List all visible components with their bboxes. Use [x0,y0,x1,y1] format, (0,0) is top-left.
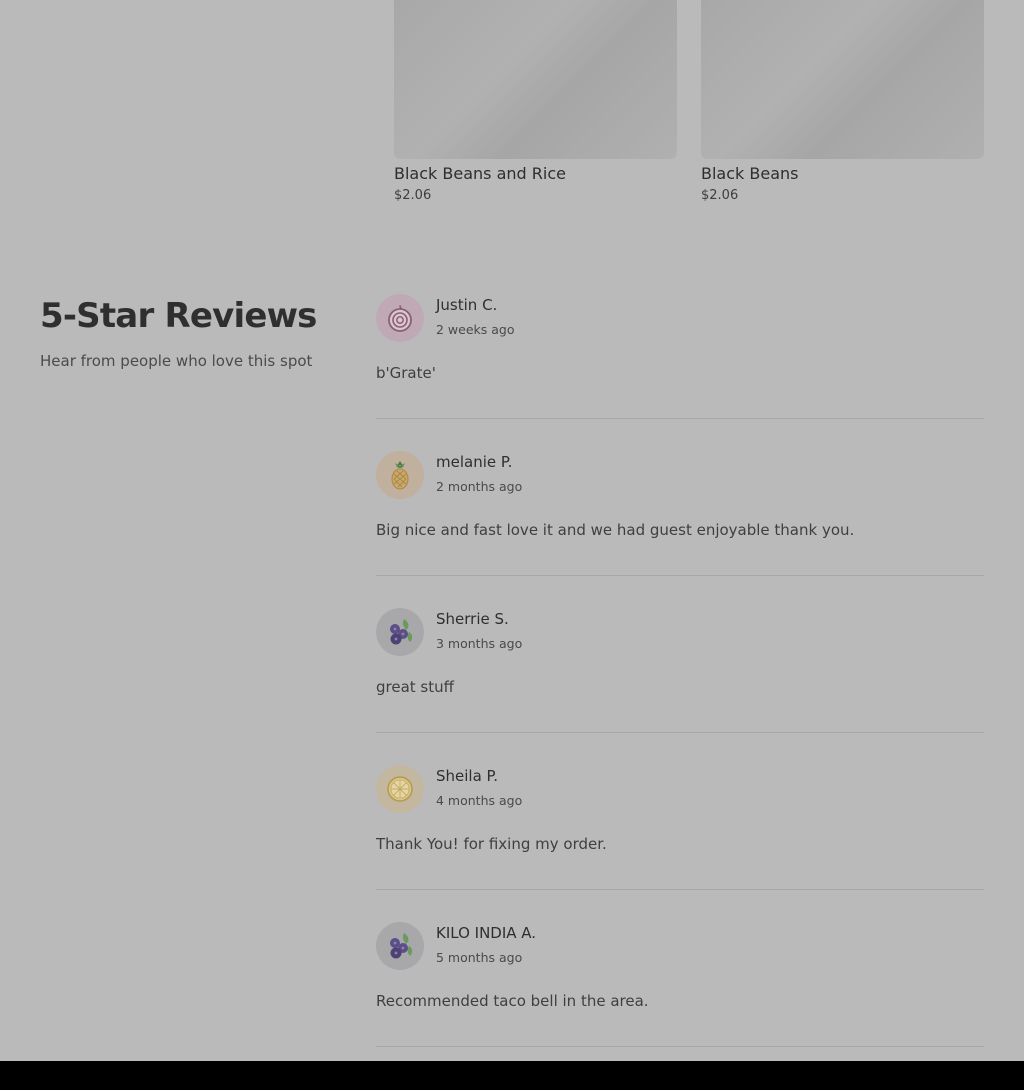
reviewer-name: Sheila P. [436,767,499,785]
bottom-bar [0,1061,1024,1090]
review-item: Sherrie S. 3 months ago great stuff [376,608,984,765]
reviewer-name: Justin C. [436,296,498,314]
reviewer-name: Sherrie S. [436,610,509,628]
review-divider [376,732,984,733]
reviews-section-title: 5-Star Reviews [40,296,317,336]
reviewer-avatar [376,922,424,970]
review-text: Thank You! for fixing my order. [376,835,607,853]
review-item: melanie P. 2 months ago Big nice and fas… [376,451,984,608]
menu-item-image[interactable] [701,0,984,159]
reviews-section-subtitle: Hear from people who love this spot [40,352,313,370]
blueberries-icon [390,619,413,645]
menu-item-image[interactable] [394,0,677,159]
review-divider [376,1046,984,1047]
menu-item-price: $2.06 [394,188,432,203]
reviewer-avatar [376,608,424,656]
review-item: Justin C. 2 weeks ago b'Grate' [376,294,984,451]
review-date: 5 months ago [436,950,523,965]
review-text: Recommended taco bell in the area. [376,992,649,1010]
reviewer-avatar [376,451,424,499]
review-divider [376,575,984,576]
review-text: Big nice and fast love it and we had gue… [376,521,855,539]
reviewer-name: melanie P. [436,453,513,471]
onion-icon [388,305,412,332]
review-date: 2 weeks ago [436,322,515,337]
menu-item-card[interactable]: Black Beans $2.06 [701,0,984,203]
store-page: Black Beans and Rice $2.06 Black Beans $… [0,0,1024,1061]
review-divider [376,889,984,890]
pineapple-icon [391,461,409,490]
menu-item-name: Black Beans [701,164,799,183]
reviewer-avatar [376,765,424,813]
review-divider [376,418,984,419]
menu-item-price: $2.06 [701,188,739,203]
review-date: 4 months ago [436,793,523,808]
review-text: great stuff [376,678,454,696]
menu-item-card[interactable]: Black Beans and Rice $2.06 [394,0,677,203]
lemon-slice-icon [387,776,413,802]
review-text: b'Grate' [376,364,436,382]
review-item: KILO INDIA A. 5 months ago Recommended t… [376,922,984,1079]
review-item: Sheila P. 4 months ago Thank You! for fi… [376,765,984,922]
menu-item-name: Black Beans and Rice [394,164,566,183]
review-date: 2 months ago [436,479,523,494]
reviewer-avatar [376,294,424,342]
blueberries-icon [390,933,413,959]
reviewer-name: KILO INDIA A. [436,924,537,942]
review-date: 3 months ago [436,636,523,651]
